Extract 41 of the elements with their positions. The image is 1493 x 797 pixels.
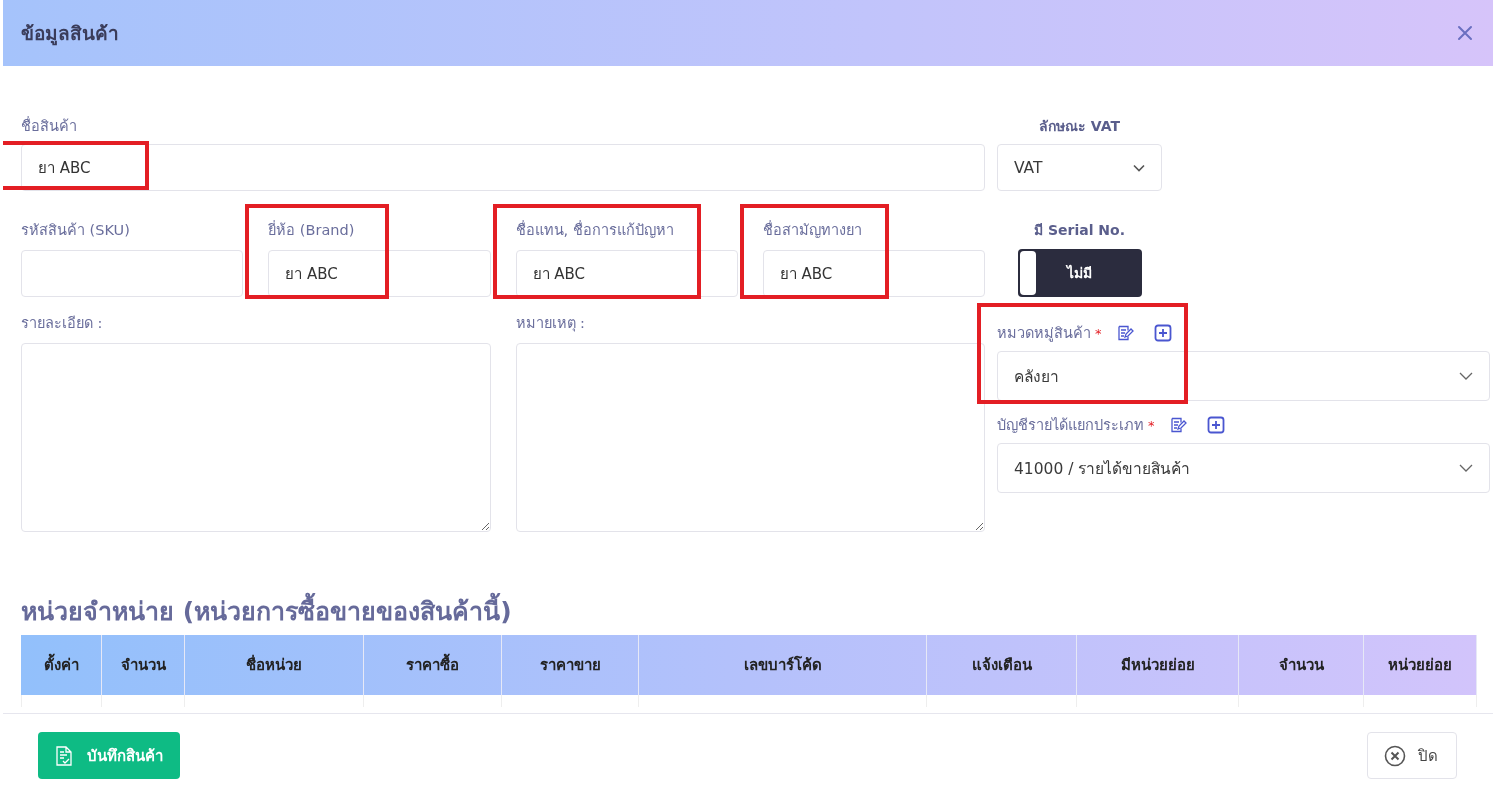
column-header: ชื่อหน่วย — [185, 635, 364, 695]
column-header: จำนวน — [102, 635, 185, 695]
column-header: ตั้งค่า — [21, 635, 102, 695]
field-label: หมวดหมู่สินค้า — [997, 324, 1091, 343]
chevron-down-icon — [1133, 163, 1145, 172]
vat-dropdown[interactable]: VAT — [997, 144, 1162, 191]
product-name-field[interactable]: ยา ABC — [21, 144, 985, 191]
field-label: รหัสสินค้า (SKU) — [21, 221, 130, 240]
add-icon[interactable] — [1206, 416, 1225, 434]
chevron-down-icon — [1459, 372, 1473, 380]
column-header: จำนวน — [1239, 635, 1364, 695]
input-field[interactable]: ยา ABC — [268, 250, 491, 297]
required-mark: * — [1148, 417, 1155, 433]
field-label: บัญชีรายได้แยกประเภท — [997, 416, 1144, 435]
close-button[interactable]: ปิด — [1367, 732, 1457, 779]
chevron-down-icon — [1459, 464, 1473, 472]
serial-toggle[interactable]: ไม่มี — [1017, 249, 1142, 297]
field-label: รายละเอียด : — [21, 314, 104, 333]
column-header: ราคาซื้อ — [364, 635, 502, 695]
close-icon[interactable] — [1457, 25, 1473, 41]
add-icon[interactable] — [1153, 324, 1172, 342]
column-header: ราคาขาย — [502, 635, 639, 695]
column-header: หน่วยย่อย — [1364, 635, 1477, 695]
required-mark: * — [1095, 325, 1102, 341]
dialog-title: ข้อมูลสินค้า — [21, 21, 119, 48]
dropdown-field[interactable]: คลังยา — [997, 351, 1490, 401]
field-label: หมายเหตุ : — [515, 314, 586, 333]
input-field[interactable]: ยา ABC — [515, 250, 738, 297]
column-header: มีหน่วยย่อย — [1077, 635, 1239, 695]
edit-icon[interactable] — [1168, 416, 1187, 434]
document-check-icon — [55, 745, 73, 766]
dropdown-field[interactable]: 41000 / รายได้ขายสินค้า — [997, 443, 1490, 493]
edit-icon[interactable] — [1115, 324, 1134, 342]
input-field[interactable]: ยา ABC — [762, 250, 985, 297]
close-icon — [1384, 744, 1406, 767]
vat-label: ลักษณะ VAT — [1038, 117, 1121, 136]
input-field[interactable] — [21, 250, 244, 297]
serial-label: มี Serial No. — [1034, 221, 1125, 240]
column-header: แจ้งเตือน — [927, 635, 1077, 695]
field-label: ชื่อสินค้า — [21, 116, 78, 136]
column-header: เลขบาร์โค้ด — [639, 635, 927, 695]
